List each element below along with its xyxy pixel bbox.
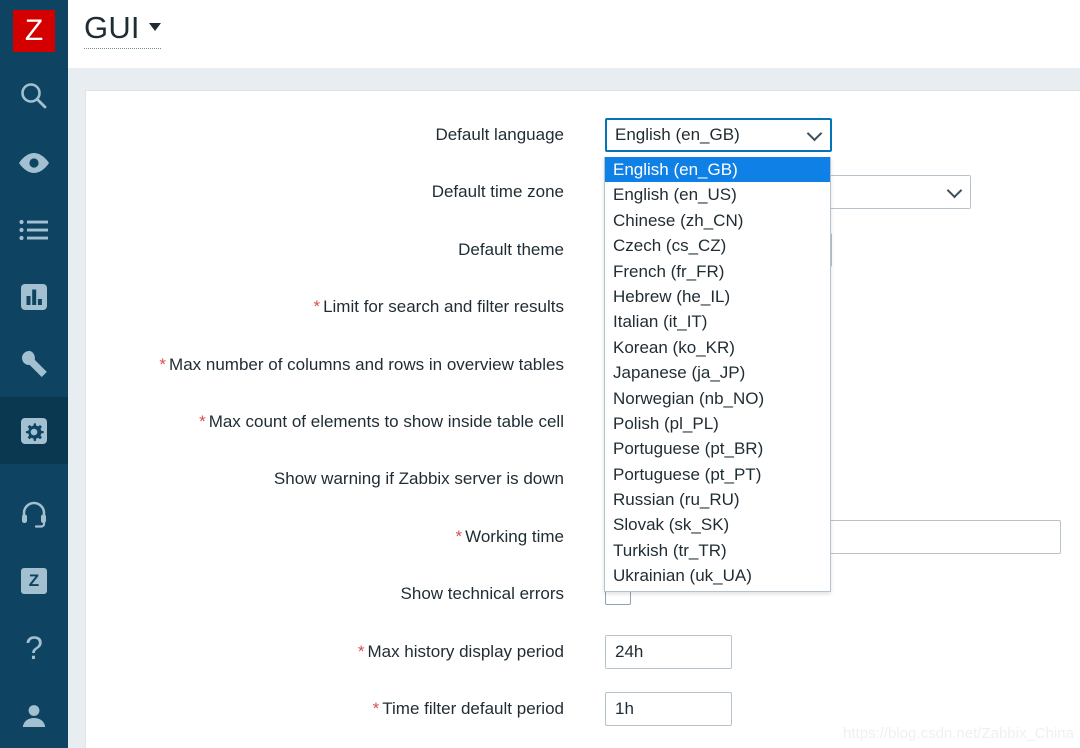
form-row: Show technical errors: [86, 577, 1080, 611]
form-label: * Time filter default period: [373, 692, 564, 726]
form-row: Default time zone: [86, 175, 1080, 210]
dropdown-option[interactable]: Portuguese (pt_PT): [605, 462, 830, 487]
form-label: * Max count of elements to show inside ta…: [199, 405, 564, 439]
form-row: * Time filter default period 1h: [86, 692, 1080, 726]
form-label: * Working time: [455, 520, 564, 554]
required-marker: *: [372, 699, 380, 718]
page-header: GUI: [68, 0, 1080, 68]
form-label-text: Time filter default period: [382, 699, 564, 718]
chevron-down-icon: [148, 23, 161, 32]
form-row: Show warning if Zabbix server is down: [86, 462, 1080, 496]
sidebar-item-search[interactable]: [0, 62, 68, 129]
dropdown-option[interactable]: Hebrew (he_IL): [605, 284, 830, 309]
input-value: 24h: [615, 641, 644, 661]
dropdown-option[interactable]: Ukrainian (uk_UA): [605, 563, 830, 588]
zabbix-logo-label: Z: [13, 10, 55, 52]
select-value: English (en_GB): [615, 125, 740, 144]
gear-icon: [17, 414, 51, 448]
dropdown-option[interactable]: Turkish (tr_TR): [605, 538, 830, 563]
form-label-text: Limit for search and filter results: [323, 297, 564, 317]
dropdown-option[interactable]: English (en_GB): [605, 157, 830, 183]
required-marker: *: [159, 354, 167, 374]
sidebar-item-monitoring[interactable]: [0, 129, 68, 196]
dropdown-option[interactable]: Italian (it_IT): [605, 309, 830, 334]
dropdown-option[interactable]: French (fr_FR): [605, 259, 830, 284]
wrench-icon: [17, 347, 51, 381]
input-time-filter-default-period[interactable]: 1h: [605, 692, 732, 726]
form-row: * Limit for search and filter results: [86, 290, 1080, 325]
form-field: 24h: [605, 634, 732, 669]
required-marker: *: [357, 641, 365, 661]
z-box-icon: Z: [21, 567, 47, 594]
page-body: Default language English (en_GB) Default t…: [68, 68, 1080, 748]
page-title-dropdown[interactable]: GUI: [84, 10, 161, 49]
sidebar-item-administration[interactable]: [0, 397, 68, 464]
form-row: Default language English (en_GB): [86, 118, 1080, 152]
form-label-text: Default language: [435, 125, 564, 144]
dropdown-option[interactable]: Chinese (zh_CN): [605, 208, 830, 233]
form-label-text: Max history display period: [367, 641, 564, 661]
select-default-language[interactable]: English (en_GB): [605, 118, 832, 152]
form-field: English (en_GB): [605, 118, 832, 152]
form-label-text: Working time: [465, 526, 564, 546]
form-field: 1h: [605, 692, 732, 726]
zabbix-logo[interactable]: Z: [0, 0, 68, 62]
form-row: Default theme: [86, 232, 1080, 267]
required-marker: *: [455, 526, 463, 546]
sidebar-item-zabbix-share[interactable]: Z: [0, 547, 68, 614]
eye-icon: [17, 146, 51, 180]
dropdown-option[interactable]: Czech (cs_CZ): [605, 233, 830, 258]
default-language-dropdown-list[interactable]: English (en_GB) English (en_US) Chinese (z…: [604, 157, 831, 592]
form-label: Default theme: [458, 233, 564, 267]
sidebar-item-help[interactable]: ?: [0, 614, 68, 681]
sidebar-item-configuration[interactable]: [0, 330, 68, 397]
form-label: * Max history display period: [358, 635, 564, 669]
form-row: * Working time: [86, 519, 1080, 554]
person-icon: [19, 700, 49, 730]
form-label: * Max number of columns and rows in overv…: [159, 348, 564, 382]
zabbix-gui-settings-page: Z Z ? GUI Default language English (en_G…: [0, 0, 1080, 748]
dropdown-option[interactable]: Norwegian (nb_NO): [605, 386, 830, 411]
form-label-text: Max count of elements to show inside tab…: [208, 412, 564, 431]
form-row: * Max count of elements to show inside ta…: [86, 405, 1080, 439]
dropdown-option[interactable]: Polish (pl_PL): [605, 411, 830, 436]
form-label: Default language: [435, 118, 564, 152]
gui-settings-form-card: Default language English (en_GB) Default t…: [85, 90, 1080, 748]
dropdown-option[interactable]: Slovak (sk_SK): [605, 512, 830, 537]
form-label: Show warning if Zabbix server is down: [274, 462, 564, 496]
form-label: Default time zone: [432, 175, 564, 209]
dropdown-option[interactable]: English (en_US): [605, 182, 830, 207]
input-value: 1h: [615, 699, 634, 718]
dropdown-option[interactable]: Korean (ko_KR): [605, 335, 830, 360]
form-row: * Max number of columns and rows in overv…: [86, 347, 1080, 382]
form-label: Show technical errors: [401, 577, 564, 611]
sidebar-item-user-profile[interactable]: [0, 681, 68, 748]
page-title: GUI: [84, 10, 140, 45]
dropdown-option[interactable]: Japanese (ja_JP): [605, 360, 830, 385]
form-label-text: Default time zone: [431, 182, 564, 202]
sidebar-item-inventory[interactable]: [0, 196, 68, 263]
watermark-text: https://blog.csdn.net/Zabbix_China: [843, 725, 1074, 742]
form-label-text: Show technical errors: [400, 584, 564, 604]
form-label-text: Show warning if Zabbix server is down: [273, 469, 564, 489]
chevron-down-icon: [806, 125, 823, 142]
chevron-down-icon: [946, 183, 963, 199]
list-icon: [17, 213, 51, 247]
required-marker: *: [313, 297, 321, 317]
form-label: * Limit for search and filter results: [313, 290, 564, 324]
form-label-text: Max number of columns and rows in overvi…: [169, 354, 564, 374]
question-mark-icon: ?: [25, 629, 43, 666]
headset-icon: [19, 499, 49, 529]
dropdown-option[interactable]: Russian (ru_RU): [605, 487, 830, 512]
bar-chart-icon: [17, 280, 51, 314]
sidebar-item-reports[interactable]: [0, 263, 68, 330]
form-row: * Max history display period 24h: [86, 634, 1080, 669]
sidebar: Z Z ?: [0, 0, 68, 748]
form-label-text: Default theme: [458, 239, 564, 259]
dropdown-option[interactable]: Portuguese (pt_BR): [605, 436, 830, 461]
search-icon: [17, 79, 51, 113]
required-marker: *: [199, 412, 206, 431]
input-max-history-display-period[interactable]: 24h: [605, 634, 732, 669]
sidebar-item-support[interactable]: [0, 480, 68, 547]
